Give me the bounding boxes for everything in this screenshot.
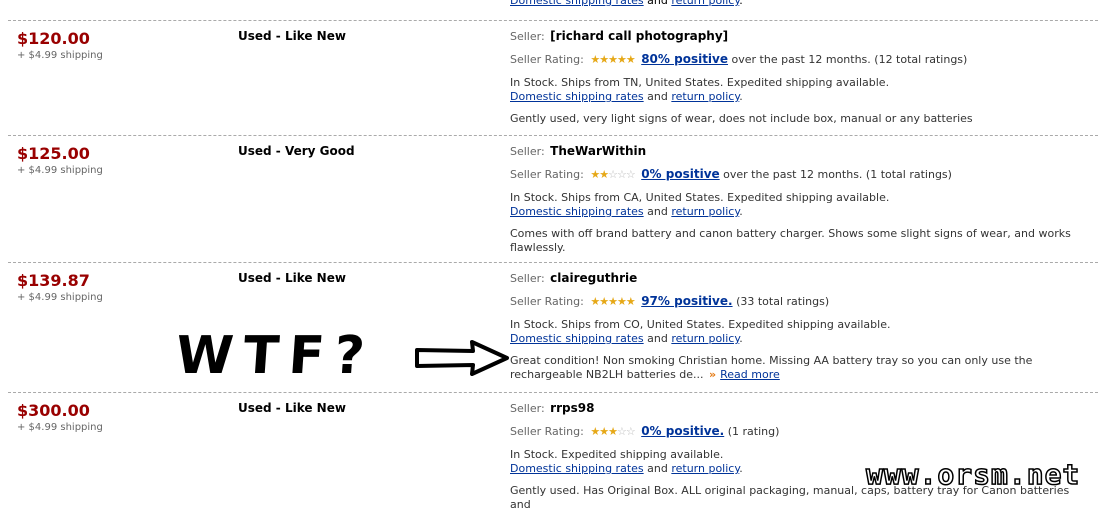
seller-name[interactable]: TheWarWithin xyxy=(550,144,646,158)
seller-rating-line: Seller Rating: ★★★★★ 80% positive over t… xyxy=(510,52,1090,72)
positive-feedback-link[interactable]: 0% positive xyxy=(641,167,719,181)
seller-line: Seller: TheWarWithin xyxy=(510,144,1090,164)
positive-feedback-link[interactable]: 0% positive. xyxy=(641,424,724,438)
shipping-rates-link[interactable]: Domestic shipping rates xyxy=(510,332,644,345)
seller-line: Seller: rrps98 xyxy=(510,401,1090,421)
period: . xyxy=(739,205,743,218)
shipping-cost: + $4.99 shipping xyxy=(17,292,103,303)
rating-stars-icon: ★★★★★ xyxy=(590,295,635,308)
price: $139.87 xyxy=(17,271,90,290)
seller-rating-label: Seller Rating: xyxy=(510,168,584,181)
shipping-rates-link[interactable]: Domestic shipping rates xyxy=(510,90,644,103)
watermark: www.orsm.net xyxy=(865,457,1081,492)
rating-stars-icon: ★★★★★ xyxy=(590,53,635,66)
stock-info: In Stock. Ships from CO, United States. … xyxy=(510,318,1090,346)
comment-text: Comes with off brand battery and canon b… xyxy=(510,227,1071,254)
and-text: and xyxy=(647,0,668,7)
seller-comment: Great condition! Non smoking Christian h… xyxy=(510,354,1085,382)
seller-rating-label: Seller Rating: xyxy=(510,295,584,308)
seller-label: Seller: xyxy=(510,145,545,158)
shipping-cost: + $4.99 shipping xyxy=(17,50,103,61)
seller-label: Seller: xyxy=(510,402,545,415)
return-policy-link[interactable]: return policy xyxy=(671,462,739,475)
return-policy-link[interactable]: return policy xyxy=(671,0,739,7)
positive-feedback-link[interactable]: 80% positive xyxy=(641,52,728,66)
divider xyxy=(8,135,1098,136)
stock-text: In Stock. Ships from CO, United States. … xyxy=(510,318,891,331)
seller-line: Seller: [richard call photography] xyxy=(510,29,1090,49)
divider xyxy=(8,262,1098,263)
condition: Used - Like New xyxy=(238,29,346,43)
shipping-cost: + $4.99 shipping xyxy=(17,422,103,433)
seller-rating-line: Seller Rating: ★★★★★ 97% positive. (33 t… xyxy=(510,294,1090,314)
shipping-rates-link[interactable]: Domestic shipping rates xyxy=(510,0,644,7)
and-text: and xyxy=(647,90,668,103)
period: . xyxy=(739,332,743,345)
seller-details: Seller: rrps98 Seller Rating: ★★★☆☆ 0% p… xyxy=(510,401,1090,512)
seller-comment: Gently used, very light signs of wear, d… xyxy=(510,112,1085,126)
rating-stars-icon: ★★★☆☆ xyxy=(590,425,635,438)
rating-suffix: (1 rating) xyxy=(727,425,780,438)
period: . xyxy=(739,90,743,103)
and-text: and xyxy=(647,332,668,345)
seller-label: Seller: xyxy=(510,30,545,43)
return-policy-link[interactable]: return policy xyxy=(671,205,739,218)
seller-line: Seller: claireguthrie xyxy=(510,271,1090,291)
rating-suffix: (33 total ratings) xyxy=(736,295,830,308)
raquo-icon: » xyxy=(709,368,717,381)
rating-stars-icon: ★★☆☆☆ xyxy=(590,168,635,181)
seller-rating-line: Seller Rating: ★★★☆☆ 0% positive. (1 rat… xyxy=(510,424,1090,444)
comment-text: Gently used, very light signs of wear, d… xyxy=(510,112,973,125)
condition: Used - Like New xyxy=(238,271,346,285)
seller-name[interactable]: claireguthrie xyxy=(550,271,637,285)
seller-details: Seller: [richard call photography] Selle… xyxy=(510,29,1090,126)
read-more-link[interactable]: Read more xyxy=(720,368,780,381)
shipping-cost: + $4.99 shipping xyxy=(17,165,103,176)
stock-info: In Stock. Ships from TN, United States. … xyxy=(510,76,1090,104)
seller-details: Seller: claireguthrie Seller Rating: ★★★… xyxy=(510,271,1090,382)
shipping-rates-link[interactable]: Domestic shipping rates xyxy=(510,205,644,218)
and-text: and xyxy=(647,462,668,475)
stock-info: In Stock. Ships from CA, United States. … xyxy=(510,191,1090,219)
seller-name[interactable]: [richard call photography] xyxy=(550,29,728,43)
return-policy-link[interactable]: return policy xyxy=(671,90,739,103)
seller-rating-line: Seller Rating: ★★☆☆☆ 0% positive over th… xyxy=(510,167,1090,187)
period: . xyxy=(739,0,743,7)
price: $300.00 xyxy=(17,401,90,420)
divider xyxy=(8,20,1098,21)
and-text: and xyxy=(647,205,668,218)
divider xyxy=(8,392,1098,393)
seller-rating-label: Seller Rating: xyxy=(510,53,584,66)
stock-text: In Stock. Ships from CA, United States. … xyxy=(510,191,890,204)
seller-label: Seller: xyxy=(510,272,545,285)
seller-name[interactable]: rrps98 xyxy=(550,401,594,415)
stock-text: In Stock. Ships from TN, United States. … xyxy=(510,76,890,89)
period: . xyxy=(739,462,743,475)
condition: Used - Very Good xyxy=(238,144,355,158)
price: $125.00 xyxy=(17,144,90,163)
shipping-rates-link[interactable]: Domestic shipping rates xyxy=(510,462,644,475)
price: $120.00 xyxy=(17,29,90,48)
rating-suffix: over the past 12 months. (12 total ratin… xyxy=(731,53,968,66)
seller-rating-label: Seller Rating: xyxy=(510,425,584,438)
rating-suffix: over the past 12 months. (1 total rating… xyxy=(723,168,952,181)
positive-feedback-link[interactable]: 97% positive. xyxy=(641,294,732,308)
wtf-annotation: WTF? xyxy=(173,326,377,386)
return-policy-link[interactable]: return policy xyxy=(671,332,739,345)
condition: Used - Like New xyxy=(238,401,346,415)
seller-comment: Comes with off brand battery and canon b… xyxy=(510,227,1085,255)
seller-details: Seller: TheWarWithin Seller Rating: ★★☆☆… xyxy=(510,144,1090,255)
top-shipping-links: Domestic shipping rates and return polic… xyxy=(510,0,743,7)
arrow-icon xyxy=(415,340,509,376)
